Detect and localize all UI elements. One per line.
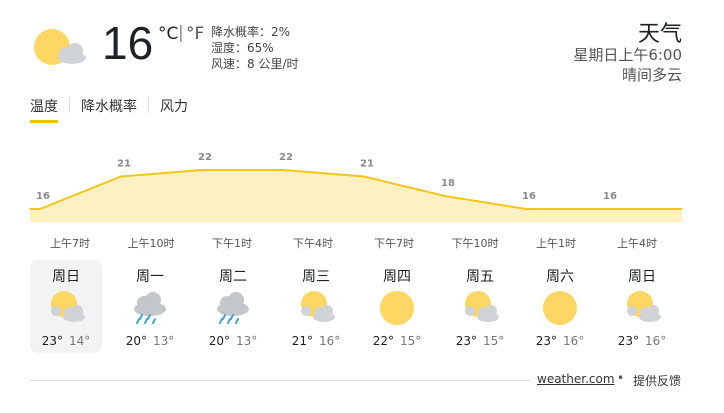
tab-temperature[interactable]: 温度 [30, 96, 58, 116]
temperature-area [30, 170, 682, 222]
low-temp: 13° [153, 334, 175, 348]
unit-divider: | [178, 23, 184, 43]
day-forecast-4[interactable]: 周四 22° 15° [361, 260, 433, 353]
day-forecast-7[interactable]: 周日 23° 16° [606, 260, 678, 353]
temperature-label: 16 [36, 191, 50, 202]
day-name: 周一 [136, 269, 164, 285]
humidity-text: 湿度：65% [211, 41, 274, 55]
tab-divider [148, 97, 149, 113]
partly-cloudy-icon [46, 289, 86, 327]
tab-selected-indicator [30, 120, 58, 123]
low-temp: 15° [483, 334, 505, 348]
tab-divider [69, 97, 70, 113]
high-temp: 23° [41, 334, 63, 348]
time-label: 下午4时 [293, 237, 333, 250]
high-temp: 23° [617, 334, 639, 348]
partly-cloudy-icon [622, 289, 662, 327]
day-forecast-1[interactable]: 周一 20° 13° [114, 260, 186, 353]
time-label: 上午1时 [536, 237, 576, 250]
temperature-label: 22 [198, 152, 212, 163]
temperature-chart: 16 21 22 22 21 18 16 16 [30, 152, 682, 222]
day-temperatures: 23° 16° [524, 334, 596, 348]
low-temp: 14° [69, 334, 91, 348]
time-label: 上午10时 [127, 237, 175, 250]
day-temperatures: 23° 16° [606, 334, 678, 348]
partly-cloudy-icon [296, 289, 336, 327]
low-temp: 16° [645, 334, 667, 348]
high-temp: 22° [372, 334, 394, 348]
high-temp: 20° [208, 334, 230, 348]
footer-separator: • [617, 371, 625, 385]
rain-cloud-icon [130, 289, 170, 327]
unit-fahrenheit-button[interactable]: °F [186, 24, 204, 44]
low-temp: 16° [563, 334, 585, 348]
day-temperatures: 20° 13° [197, 334, 269, 348]
time-label: 上午4时 [617, 237, 657, 250]
sun-icon [540, 289, 580, 327]
day-temperatures: 20° 13° [114, 334, 186, 348]
day-temperatures: 22° 15° [361, 334, 433, 348]
partly-cloudy-icon [30, 24, 94, 70]
day-forecast-6[interactable]: 周六 23° 16° [524, 260, 596, 353]
feedback-link[interactable]: 提供反馈 [633, 372, 681, 389]
time-label: 下午1时 [212, 237, 252, 250]
tab-wind[interactable]: 风力 [160, 96, 188, 116]
high-temp: 23° [535, 334, 557, 348]
day-name: 周四 [383, 269, 411, 285]
source-link[interactable]: weather.com [537, 372, 615, 386]
precipitation-text: 降水概率：2% [211, 25, 291, 39]
day-name: 周日 [52, 269, 80, 285]
temperature-label: 21 [360, 159, 374, 170]
current-temperature: 16 [102, 17, 154, 69]
low-temp: 16° [319, 334, 341, 348]
temperature-label: 16 [603, 191, 617, 202]
day-name: 周二 [219, 269, 247, 285]
weather-time: 星期日上午6:00 [573, 46, 682, 64]
temperature-label: 22 [279, 152, 293, 163]
temperature-label: 18 [441, 178, 455, 189]
high-temp: 20° [125, 334, 147, 348]
temperature-label: 16 [522, 191, 536, 202]
sun-icon [377, 289, 417, 327]
weather-condition: 晴间多云 [621, 66, 682, 84]
day-forecast-0[interactable]: 周日 23° 14° [30, 260, 102, 353]
day-forecast-2[interactable]: 周二 20° 13° [197, 260, 269, 353]
low-temp: 13° [236, 334, 258, 348]
day-name: 周六 [546, 269, 574, 285]
wind-text: 风速：8 公里/时 [211, 57, 299, 71]
day-temperatures: 23° 15° [444, 334, 516, 348]
tab-precipitation[interactable]: 降水概率 [81, 96, 137, 116]
day-name: 周五 [466, 269, 494, 285]
high-temp: 23° [455, 334, 477, 348]
temperature-label: 21 [117, 159, 131, 170]
day-forecast-3[interactable]: 周三 21° 16° [280, 260, 352, 353]
day-name: 周三 [302, 269, 330, 285]
rain-cloud-icon [213, 289, 253, 327]
time-label: 上午7时 [50, 237, 90, 250]
time-label: 下午7时 [374, 237, 414, 250]
unit-celsius-button[interactable]: °C [158, 24, 178, 44]
day-forecast-5[interactable]: 周五 23° 15° [444, 260, 516, 353]
day-temperatures: 21° 16° [280, 334, 352, 348]
day-temperatures: 23° 14° [30, 334, 102, 348]
partly-cloudy-icon [460, 289, 500, 327]
high-temp: 21° [291, 334, 313, 348]
footer-divider [30, 380, 530, 381]
current-details: 降水概率：2% 湿度：65% 风速：8 公里/时 [211, 24, 299, 72]
time-label: 下午10时 [451, 237, 499, 250]
low-temp: 15° [400, 334, 422, 348]
day-name: 周日 [628, 269, 656, 285]
